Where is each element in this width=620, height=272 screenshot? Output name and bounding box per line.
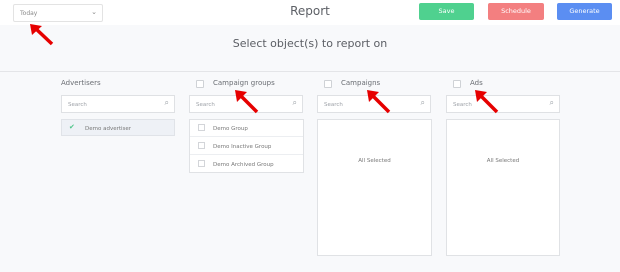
generate-button[interactable]: Generate (557, 3, 612, 20)
annotation-arrow (367, 90, 391, 114)
campaign-group-item[interactable]: Demo Archived Group (190, 156, 303, 173)
save-button[interactable]: Save (419, 3, 474, 20)
campaign-group-checkbox[interactable] (198, 160, 205, 167)
section-heading: Select object(s) to report on (232, 37, 388, 50)
ads-select-all-checkbox[interactable] (453, 80, 461, 88)
date-range-value: Today (20, 10, 38, 17)
advertisers-search-input[interactable]: Search ⌕ (61, 95, 175, 113)
campaign-group-item[interactable]: Demo Inactive Group (190, 138, 303, 155)
page-title: Report (290, 4, 330, 18)
search-placeholder: Search (68, 102, 87, 108)
annotation-arrow (235, 90, 259, 114)
advertiser-item[interactable]: ✔ Demo advertiser (61, 119, 175, 136)
ads-all-selected: All Selected (486, 158, 520, 164)
date-range-select[interactable]: Today ⌄ (13, 4, 103, 22)
top-bar: Today ⌄ Report Save Schedule Generate (0, 0, 620, 25)
campaigns-all-selected: All Selected (358, 158, 391, 164)
chevron-down-icon: ⌄ (91, 8, 97, 16)
ads-title: Ads (470, 79, 483, 87)
checkmark-icon: ✔ (69, 123, 75, 131)
campaign-group-checkbox[interactable] (198, 124, 205, 131)
search-icon: ⌕ (549, 98, 554, 107)
campaign-group-item[interactable]: Demo Group (190, 120, 303, 137)
campaign-group-label: Demo Group (213, 126, 248, 132)
search-icon: ⌕ (292, 98, 297, 107)
ads-list[interactable]: All Selected (446, 119, 560, 256)
search-placeholder: Search (453, 102, 472, 108)
campaign-group-label: Demo Inactive Group (213, 144, 272, 150)
advertisers-title: Advertisers (61, 79, 101, 87)
campaign-groups-select-all-checkbox[interactable] (196, 80, 204, 88)
campaign-group-label: Demo Archived Group (213, 162, 274, 168)
search-icon: ⌕ (164, 98, 169, 107)
campaigns-title: Campaigns (341, 79, 381, 87)
search-icon: ⌕ (420, 98, 425, 107)
divider (0, 71, 620, 72)
search-placeholder: Search (196, 102, 215, 108)
search-placeholder: Search (324, 102, 343, 108)
campaign-group-checkbox[interactable] (198, 142, 205, 149)
annotation-arrow (475, 90, 499, 114)
advertiser-label: Demo advertiser (85, 126, 132, 132)
campaigns-select-all-checkbox[interactable] (324, 80, 332, 88)
annotation-arrow (30, 24, 54, 46)
campaigns-list[interactable]: All Selected (317, 119, 432, 256)
campaign-groups-list: Demo Group Demo Inactive Group Demo Arch… (189, 119, 304, 173)
schedule-button[interactable]: Schedule (488, 3, 544, 20)
ads-search-input[interactable]: Search ⌕ (446, 95, 560, 113)
campaign-groups-title: Campaign groups (213, 79, 275, 87)
